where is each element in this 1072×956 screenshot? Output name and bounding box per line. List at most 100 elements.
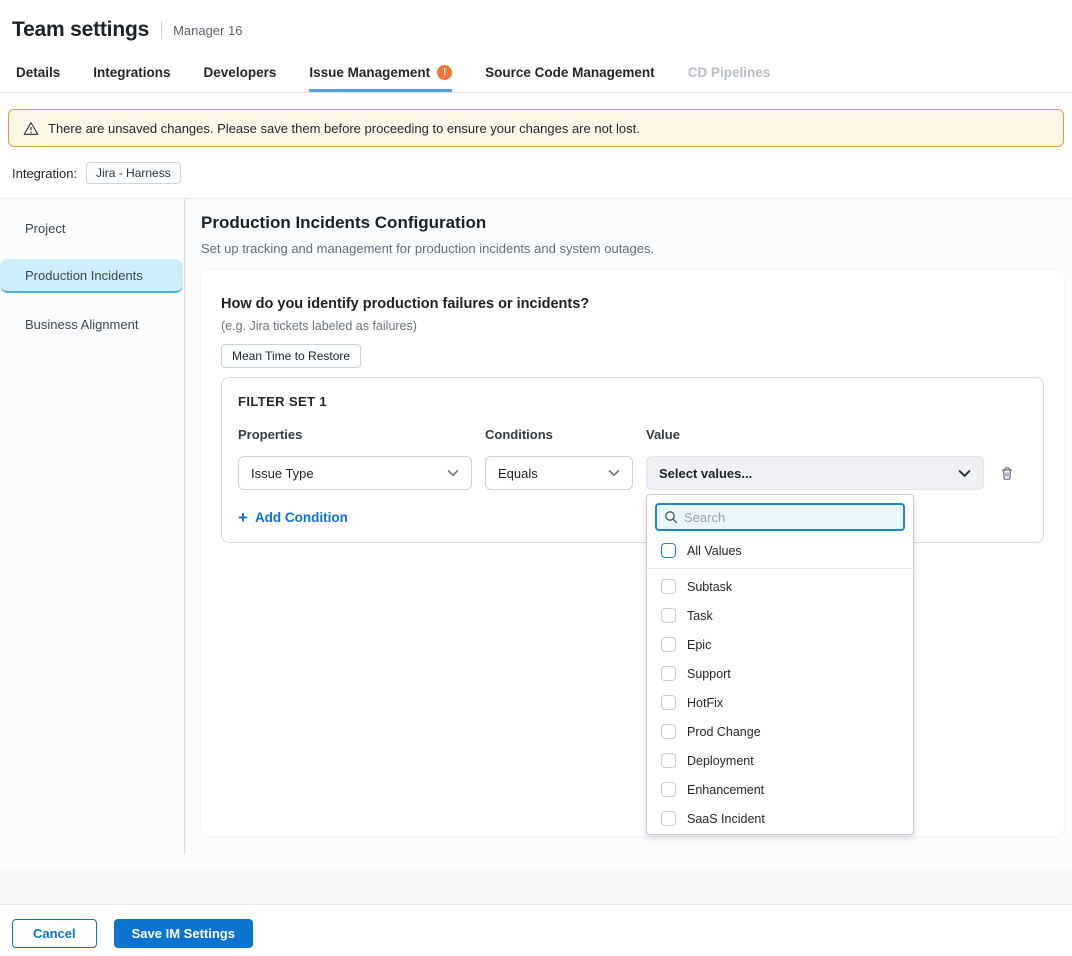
dropdown-search-input[interactable] [684,510,896,525]
integration-chip[interactable]: Jira - Harness [86,162,181,184]
tab-issue-management[interactable]: Issue Management ! [309,56,452,92]
sidebar-item-production-incidents[interactable]: Production Incidents [0,259,183,293]
sidebar-item-business-alignment-label: Business Alignment [25,317,138,332]
filter-set-title: FILTER SET 1 [238,394,1027,409]
team-settings-page: Team settings Manager 16 Details Integra… [0,0,1072,956]
tab-source-code-management[interactable]: Source Code Management [485,56,655,92]
tab-developers[interactable]: Developers [204,56,277,92]
filter-set-1: FILTER SET 1 Properties Conditions Value… [221,377,1044,543]
all-values-checkbox[interactable] [661,543,676,558]
tab-integrations[interactable]: Integrations [93,56,170,92]
value-select-placeholder: Select values... [659,466,752,481]
warning-triangle-icon [23,121,39,136]
dropdown-option[interactable]: Customer Notification [655,833,905,835]
save-im-settings-button[interactable]: Save IM Settings [114,919,253,948]
dropdown-search [655,503,905,531]
option-label: Enhancement [687,783,764,797]
tab-cd-pipelines: CD Pipelines [688,56,771,92]
tab-source-code-management-label: Source Code Management [485,65,655,80]
dropdown-option[interactable]: SaaS Incident [655,804,905,833]
page-title: Team settings [12,18,149,42]
team-name-label: Manager 16 [173,23,242,38]
tab-integrations-label: Integrations [93,65,170,80]
tab-details-label: Details [16,65,60,80]
dropdown-option[interactable]: Support [655,659,905,688]
conditions-select-value: Equals [498,466,538,481]
dropdown-option[interactable]: Epic [655,630,905,659]
option-label: Epic [687,638,711,652]
config-hint: (e.g. Jira tickets labeled as failures) [221,319,1044,333]
option-label: SaaS Incident [687,812,765,826]
option-all-values[interactable]: All Values [655,535,905,566]
column-label-value: Value [646,427,984,442]
option-label: Support [687,667,731,681]
column-label-properties: Properties [238,427,472,442]
option-checkbox[interactable] [661,579,676,594]
add-condition-label: Add Condition [255,510,348,525]
unsaved-changes-banner: There are unsaved changes. Please save t… [8,109,1064,147]
option-checkbox[interactable] [661,695,676,710]
integration-row: Integration: Jira - Harness [0,147,1072,199]
dropdown-option[interactable]: Prod Change [655,717,905,746]
trash-icon [999,465,1015,482]
filter-column-headers: Properties Conditions Value [238,427,1027,442]
chevron-down-icon [608,469,620,477]
value-multiselect[interactable]: Select values... [646,456,984,490]
option-checkbox[interactable] [661,608,676,623]
footer-actions: Cancel Save IM Settings [0,905,1072,956]
properties-select[interactable]: Issue Type [238,456,472,490]
value-dropdown-popup: All Values Subtask [646,494,914,835]
add-condition-button[interactable]: + Add Condition [238,509,348,526]
option-checkbox[interactable] [661,753,676,768]
delete-filter-button[interactable] [997,463,1027,484]
option-checkbox[interactable] [661,782,676,797]
dropdown-option[interactable]: HotFix [655,688,905,717]
option-label: Subtask [687,580,732,594]
option-label: HotFix [687,696,723,710]
cancel-button[interactable]: Cancel [12,919,97,948]
sidebar-item-project-label: Project [25,221,65,236]
footer-strip [0,871,1072,905]
dropdown-option[interactable]: Enhancement [655,775,905,804]
chevron-down-icon [958,469,971,478]
chevron-down-icon [447,469,459,477]
option-label: Deployment [687,754,754,768]
option-label: Prod Change [687,725,761,739]
header-divider [161,21,162,39]
filter-row: Issue Type Equals [238,456,1027,490]
option-checkbox[interactable] [661,724,676,739]
option-checkbox[interactable] [661,637,676,652]
option-label: Task [687,609,713,623]
integration-label: Integration: [12,166,77,181]
sidebar-item-production-incidents-label: Production Incidents [25,268,143,283]
content-area: Project Production Incidents Business Al… [0,199,1072,871]
sidebar-item-business-alignment[interactable]: Business Alignment [0,307,184,341]
search-icon [664,510,678,524]
properties-select-value: Issue Type [251,466,314,481]
tab-bar: Details Integrations Developers Issue Ma… [0,56,1072,93]
alert-badge-icon: ! [437,65,452,80]
tab-cd-pipelines-label: CD Pipelines [688,65,771,80]
settings-sidebar: Project Production Incidents Business Al… [0,199,185,854]
section-title: Production Incidents Configuration [201,213,1064,233]
page-header: Team settings Manager 16 [0,0,1072,56]
conditions-select[interactable]: Equals [485,456,633,490]
config-question: How do you identify production failures … [221,296,1044,312]
main-panel: Production Incidents Configuration Set u… [185,199,1072,836]
tab-issue-management-label: Issue Management [309,65,430,80]
dropdown-option[interactable]: Subtask [655,572,905,601]
option-checkbox[interactable] [661,666,676,681]
incidents-config-card: How do you identify production failures … [201,270,1064,836]
section-subtitle: Set up tracking and management for produ… [201,241,1064,256]
tab-details[interactable]: Details [16,56,60,92]
value-cell: Select values... [646,456,984,490]
dropdown-option[interactable]: Deployment [655,746,905,775]
all-values-label: All Values [687,544,742,558]
dropdown-option[interactable]: Task [655,601,905,630]
dropdown-separator [647,568,913,569]
metric-chip[interactable]: Mean Time to Restore [221,344,361,368]
column-label-conditions: Conditions [485,427,633,442]
sidebar-item-project[interactable]: Project [0,211,184,245]
option-checkbox[interactable] [661,811,676,826]
tab-developers-label: Developers [204,65,277,80]
